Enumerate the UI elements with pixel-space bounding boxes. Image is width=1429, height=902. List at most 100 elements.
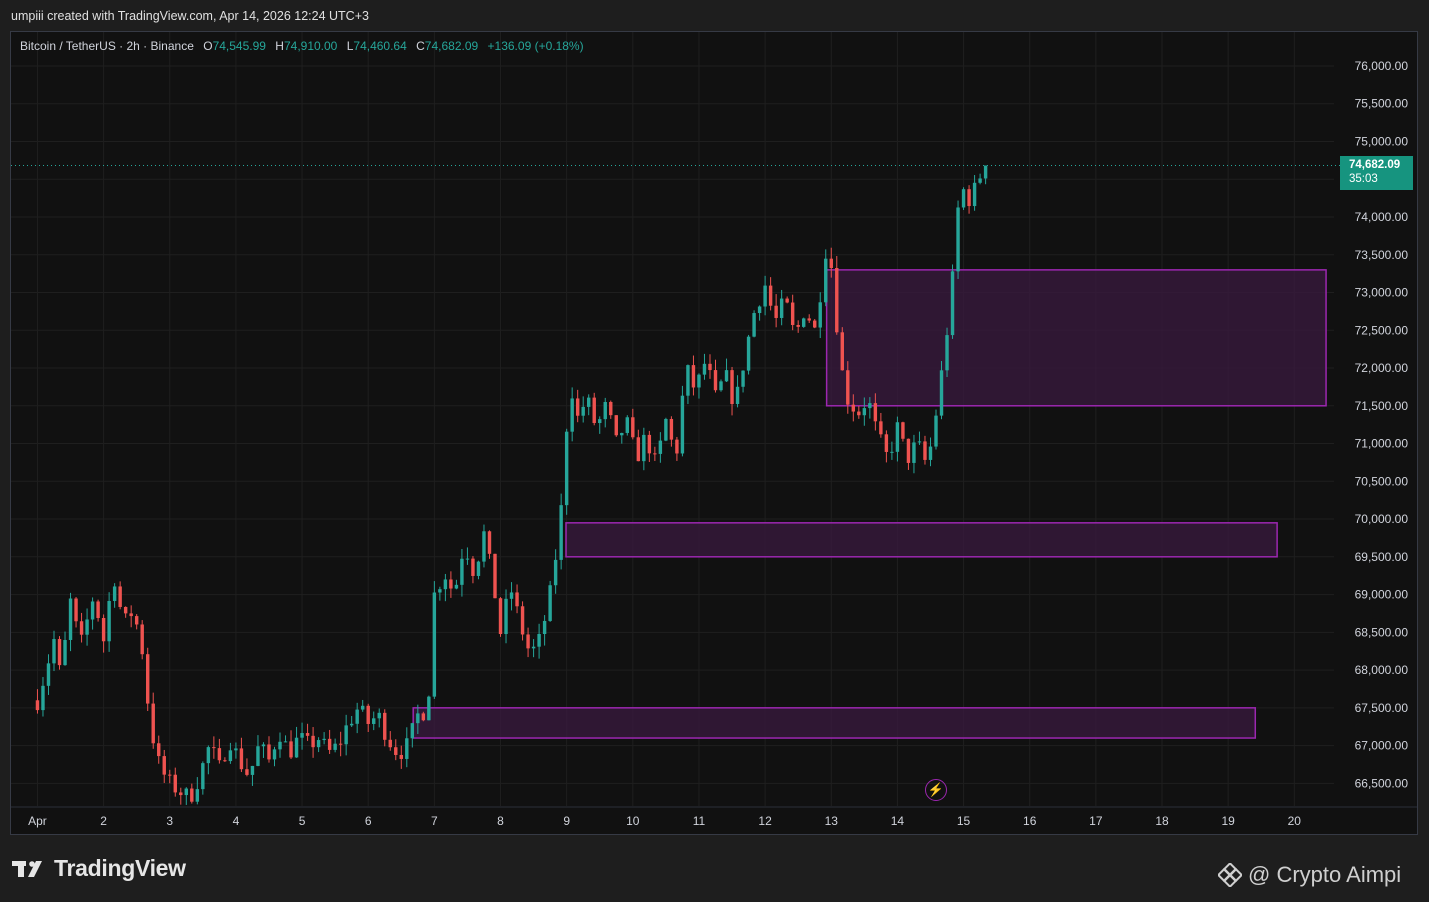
candle-body (289, 741, 293, 758)
supply-demand-zone (825, 269, 1327, 407)
footer (0, 836, 1429, 902)
candle-body (85, 619, 89, 635)
candle-body (344, 725, 348, 745)
x-tick-label: 3 (166, 814, 173, 828)
candle-body (283, 741, 288, 743)
candle-body (107, 600, 111, 642)
binance-diamond-icon (1218, 863, 1242, 887)
candle-body (824, 258, 828, 303)
lightning-icon[interactable]: ⚡ (925, 779, 947, 801)
candle-body (162, 756, 166, 775)
candle-body (267, 744, 271, 760)
x-tick-label: 10 (626, 814, 640, 828)
candle-body (664, 418, 668, 441)
last-price: 74,682.09 (1349, 159, 1401, 171)
y-tick-label: 73,000.00 (1355, 286, 1409, 300)
supply-demand-zone (412, 707, 1257, 739)
candle-body (405, 738, 409, 759)
candle-body (928, 446, 933, 460)
candle-body (741, 370, 745, 387)
candle-body (967, 189, 971, 207)
candle-body (212, 747, 216, 749)
candle-body (592, 397, 596, 424)
x-tick-label: 18 (1155, 814, 1169, 828)
candle-body (360, 705, 365, 710)
y-tick-label: 68,000.00 (1355, 663, 1409, 677)
y-tick-label: 75,000.00 (1355, 134, 1409, 148)
candle-body (305, 733, 310, 736)
candle-body (923, 441, 927, 460)
candle-body (603, 401, 607, 420)
candle-body (961, 189, 966, 208)
candle-body (537, 634, 541, 647)
candle-body (316, 740, 321, 748)
candle-body (647, 434, 652, 454)
candle-body (79, 621, 84, 635)
y-tick-label: 75,500.00 (1355, 97, 1409, 111)
candle-body (796, 324, 800, 327)
candle-body (195, 789, 200, 802)
x-tick-label: 19 (1221, 814, 1235, 828)
tradingview-brand: TradingView (54, 855, 186, 881)
candlestick-chart[interactable]: 66,500.00 67,000.00 67,500.00 68,000.00 68,5… (0, 0, 1429, 902)
y-tick-label: 72,500.00 (1355, 323, 1409, 337)
candle-body (74, 598, 78, 622)
candle-body (239, 748, 244, 770)
candle-body (327, 738, 332, 750)
candle-body (190, 788, 194, 802)
candle-body (410, 723, 415, 739)
candle-body (179, 792, 183, 796)
tradingview-logo[interactable]: TradingView (12, 855, 186, 882)
low-value: 74,460.64 (353, 39, 407, 53)
candle-body (945, 335, 949, 371)
candle-body (515, 592, 519, 607)
candle-body (46, 663, 51, 686)
candle-body (118, 586, 122, 607)
candle-body (658, 440, 663, 454)
candle-body (884, 434, 889, 452)
watermark: @ Crypto Aimpi (1218, 862, 1401, 888)
last-price-tag: 74,682.09 35:03 (1340, 156, 1413, 190)
x-tick-label: Apr (28, 814, 47, 828)
x-tick-label: 16 (1023, 814, 1037, 828)
candle-body (311, 735, 315, 748)
candle-body (432, 592, 437, 697)
candle-body (498, 598, 503, 635)
candle-body (939, 370, 944, 416)
candle-body (708, 363, 712, 371)
candle-body (868, 403, 872, 409)
candle-body (101, 617, 106, 642)
candle-body (206, 747, 211, 764)
candle-body (553, 559, 558, 586)
x-tick-label: 13 (825, 814, 839, 828)
candle-body (757, 306, 762, 314)
candle-body (245, 769, 249, 775)
close-value: 74,682.09 (424, 39, 479, 53)
candle-body (768, 285, 773, 306)
candle-body (890, 451, 894, 453)
candle-body (906, 438, 911, 463)
x-tick-label: 2 (100, 814, 107, 828)
high-label: H (275, 39, 284, 53)
candle-body (35, 700, 40, 711)
candle-body (157, 743, 161, 757)
candle-body (438, 589, 442, 593)
candle-body (526, 634, 530, 649)
candle-body (63, 639, 67, 666)
candle-body (801, 318, 806, 327)
candle-body (873, 403, 878, 422)
x-tick-label: 20 (1288, 814, 1302, 828)
candle-body (813, 320, 817, 328)
candle-body (394, 747, 398, 755)
candle-body (702, 363, 707, 375)
x-tick-label: 5 (299, 814, 306, 828)
candle-body (427, 696, 431, 721)
candle-body (631, 417, 635, 438)
y-tick-label: 66,500.00 (1355, 776, 1409, 790)
candle-body (879, 421, 883, 435)
candle-body (388, 739, 392, 748)
candle-body (234, 748, 238, 751)
candle-body (52, 639, 56, 664)
ohlc-legend: Bitcoin / TetherUS · 2h · Binance O74,54… (20, 39, 584, 53)
candle-body (493, 553, 497, 599)
